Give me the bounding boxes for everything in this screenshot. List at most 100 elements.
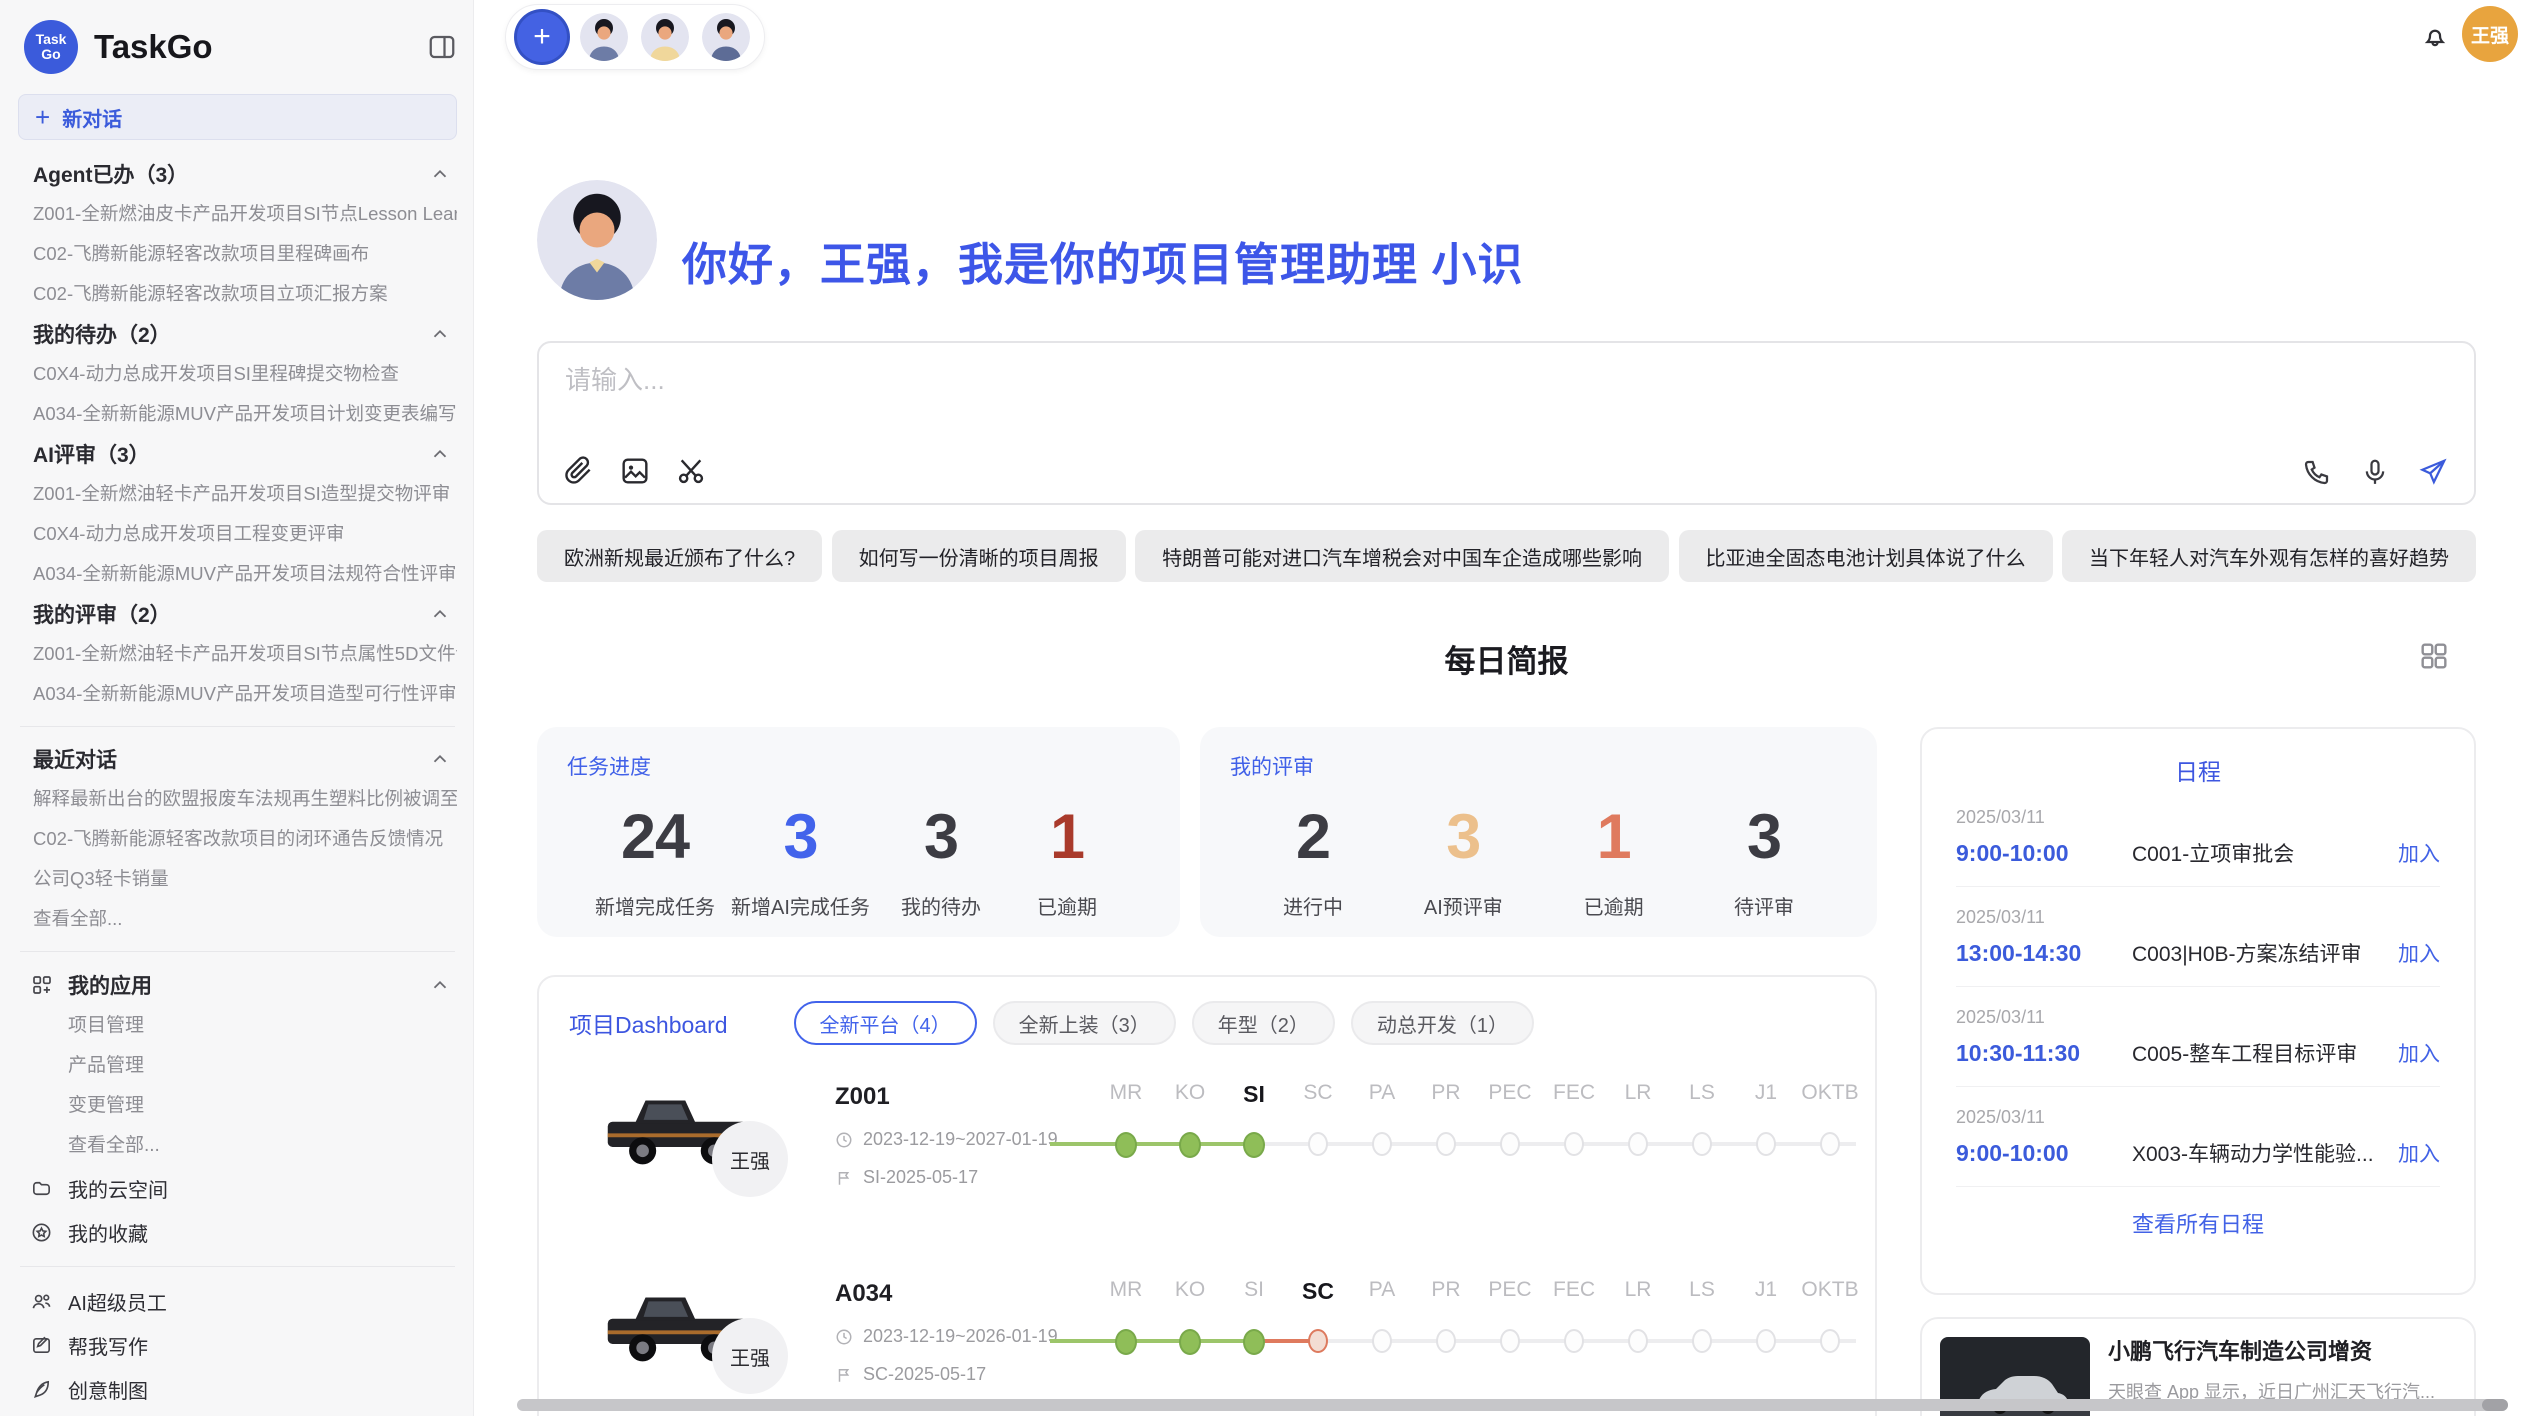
recent-chat-item[interactable]: 公司Q3轻卡销量 <box>18 859 457 899</box>
milestone-label: FEC <box>1542 1278 1606 1302</box>
sidebar-link-favorites[interactable]: 我的收藏 <box>18 1210 457 1254</box>
conversation-item[interactable]: C02-飞腾新能源轻客改款项目里程碑画布 <box>18 234 457 274</box>
send-icon[interactable] <box>2418 457 2448 487</box>
app-item[interactable]: 变更管理 <box>18 1086 457 1126</box>
milestone-dot-MR[interactable] <box>1115 1132 1137 1158</box>
my-apps-header[interactable]: 我的应用 <box>18 964 457 1006</box>
milestone-label: KO <box>1158 1278 1222 1302</box>
sidebar-link-cloud-space[interactable]: 我的云空间 <box>18 1166 457 1210</box>
notifications-bell-icon[interactable] <box>2420 22 2450 52</box>
tool-writing[interactable]: 帮我写作 <box>18 1323 457 1367</box>
milestone-dot-PR[interactable] <box>1436 1329 1456 1353</box>
recent-chat-item[interactable]: 查看全部... <box>18 899 457 939</box>
join-event-link[interactable]: 加入 <box>2398 938 2440 968</box>
milestone-dot-J1[interactable] <box>1756 1132 1776 1156</box>
join-event-link[interactable]: 加入 <box>2398 838 2440 868</box>
milestone-dot-PA[interactable] <box>1372 1132 1392 1156</box>
layout-grid-icon[interactable] <box>2418 640 2450 672</box>
milestone-dot-J1[interactable] <box>1756 1329 1776 1353</box>
milestone-dot-LS[interactable] <box>1692 1132 1712 1156</box>
stat-column: 2进行中 <box>1258 799 1368 920</box>
conversation-item[interactable]: Z001-全新燃油轻卡产品开发项目SI造型提交物评审 <box>18 474 457 514</box>
section-header-1[interactable]: 我的待办（2） <box>18 314 457 354</box>
suggestion-chip[interactable]: 特朗普可能对进口汽车增税会对中国车企造成哪些影响 <box>1135 530 1669 582</box>
app-item[interactable]: 产品管理 <box>18 1046 457 1086</box>
milestone-dot-OKTB[interactable] <box>1820 1329 1840 1353</box>
milestone-dot-FEC[interactable] <box>1564 1329 1584 1353</box>
recent-chat-item[interactable]: 解释最新出台的欧盟报废车法规再生塑料比例被调至15%... <box>18 779 457 819</box>
attachment-icon[interactable] <box>563 455 595 487</box>
milestone-dot-KO[interactable] <box>1179 1132 1201 1158</box>
chat-input[interactable] <box>565 365 2448 396</box>
conversation-item[interactable]: C0X4-动力总成开发项目SI里程碑提交物检查 <box>18 354 457 394</box>
milestone-dot-FEC[interactable] <box>1564 1132 1584 1156</box>
milestone-dot-LS[interactable] <box>1692 1329 1712 1353</box>
recent-chat-item[interactable]: C02-飞腾新能源轻客改款项目的闭环通告反馈情况 <box>18 819 457 859</box>
add-session-button[interactable]: + <box>517 12 567 62</box>
suggestion-chip[interactable]: 当下年轻人对汽车外观有怎样的喜好趋势 <box>2062 530 2476 582</box>
tool-label: 创意制图 <box>68 1375 148 1404</box>
app-item[interactable]: 查看全部... <box>18 1126 457 1166</box>
user-avatar[interactable]: 王强 <box>2462 6 2518 62</box>
project-row-A034: 王强A0342023-12-19~2026-01-19SC-2025-05-17… <box>569 1274 1845 1416</box>
milestone-label: OKTB <box>1798 1081 1862 1105</box>
suggestion-chip[interactable]: 如何写一份清晰的项目周报 <box>832 530 1126 582</box>
milestone-dot-PR[interactable] <box>1436 1132 1456 1156</box>
section-header-2[interactable]: AI评审（3） <box>18 434 457 474</box>
suggestion-chip[interactable]: 欧洲新规最近颁布了什么? <box>537 530 822 582</box>
app-item[interactable]: 项目管理 <box>18 1006 457 1046</box>
milestone-dot-LR[interactable] <box>1628 1329 1648 1353</box>
milestone-dot-SI[interactable] <box>1243 1132 1265 1158</box>
conversation-item[interactable]: A034-全新新能源MUV产品开发项目法规符合性评审 <box>18 554 457 594</box>
milestone-dot-LR[interactable] <box>1628 1132 1648 1156</box>
recent-chats-header[interactable]: 最近对话 <box>18 739 457 779</box>
microphone-icon[interactable] <box>2360 457 2390 487</box>
join-event-link[interactable]: 加入 <box>2398 1038 2440 1068</box>
conversation-item[interactable]: C02-飞腾新能源轻客改款项目立项汇报方案 <box>18 274 457 314</box>
conversation-item[interactable]: Z001-全新燃油皮卡产品开发项目SI节点Lesson Learn报告 <box>18 194 457 234</box>
horizontal-scrollbar[interactable] <box>517 1399 2508 1411</box>
join-event-link[interactable]: 加入 <box>2398 1138 2440 1168</box>
screenshot-scissors-icon[interactable] <box>675 455 707 487</box>
milestone-dot-SC[interactable] <box>1308 1329 1328 1353</box>
tool-drawing[interactable]: 创意制图 <box>18 1367 457 1411</box>
view-all-schedule-link[interactable]: 查看所有日程 <box>1922 1207 2474 1239</box>
milestone-dot-KO[interactable] <box>1179 1329 1201 1355</box>
dashboard-tab[interactable]: 动总开发（1） <box>1351 1001 1534 1045</box>
member-avatar-2[interactable] <box>641 13 689 61</box>
milestone-dot-OKTB[interactable] <box>1820 1132 1840 1156</box>
logo-text-top: Task <box>36 32 67 47</box>
tool-ai-staff[interactable]: AI超级员工 <box>18 1279 457 1323</box>
new-chat-button[interactable]: + 新对话 <box>18 94 457 140</box>
dashboard-tab[interactable]: 全新上装（3） <box>993 1001 1176 1045</box>
event-time: 10:30-11:30 <box>1956 1040 2132 1067</box>
suggestion-chip[interactable]: 比亚迪全固态电池计划具体说了什么 <box>1679 530 2053 582</box>
member-avatar-3[interactable] <box>702 13 750 61</box>
voice-call-icon[interactable] <box>2302 457 2332 487</box>
milestone-dot-SI[interactable] <box>1243 1329 1265 1355</box>
conversation-item[interactable]: C0X4-动力总成开发项目工程变更评审 <box>18 514 457 554</box>
collapse-sidebar-icon[interactable] <box>427 32 457 62</box>
dashboard-tab[interactable]: 全新平台（4） <box>794 1001 977 1045</box>
project-owner-badge: 王强 <box>712 1121 788 1197</box>
milestone-dot-PEC[interactable] <box>1500 1132 1520 1156</box>
sidebar-divider <box>20 951 455 952</box>
milestone-KO: KO <box>1158 1077 1222 1197</box>
milestone-dot-PA[interactable] <box>1372 1329 1392 1353</box>
milestone-KO: KO <box>1158 1274 1222 1394</box>
milestone-label: J1 <box>1734 1278 1798 1302</box>
conversation-item[interactable]: A034-全新新能源MUV产品开发项目造型可行性评审 <box>18 674 457 714</box>
sidebar: Task Go TaskGo + 新对话 Agent已办（3）Z001-全新燃油… <box>0 0 474 1416</box>
section-header-0[interactable]: Agent已办（3） <box>18 154 457 194</box>
milestone-dot-PEC[interactable] <box>1500 1329 1520 1353</box>
section-header-3[interactable]: 我的评审（2） <box>18 594 457 634</box>
milestone-dot-MR[interactable] <box>1115 1329 1137 1355</box>
milestone-label: KO <box>1158 1081 1222 1105</box>
conversation-item[interactable]: A034-全新新能源MUV产品开发项目计划变更表编写 <box>18 394 457 434</box>
milestone-dot-SC[interactable] <box>1308 1132 1328 1156</box>
member-avatar-1[interactable] <box>580 13 628 61</box>
dashboard-tab[interactable]: 年型（2） <box>1192 1001 1335 1045</box>
conversation-item[interactable]: Z001-全新燃油轻卡产品开发项目SI节点属性5D文件评审 <box>18 634 457 674</box>
image-upload-icon[interactable] <box>619 455 651 487</box>
project-code: Z001 <box>835 1083 890 1111</box>
